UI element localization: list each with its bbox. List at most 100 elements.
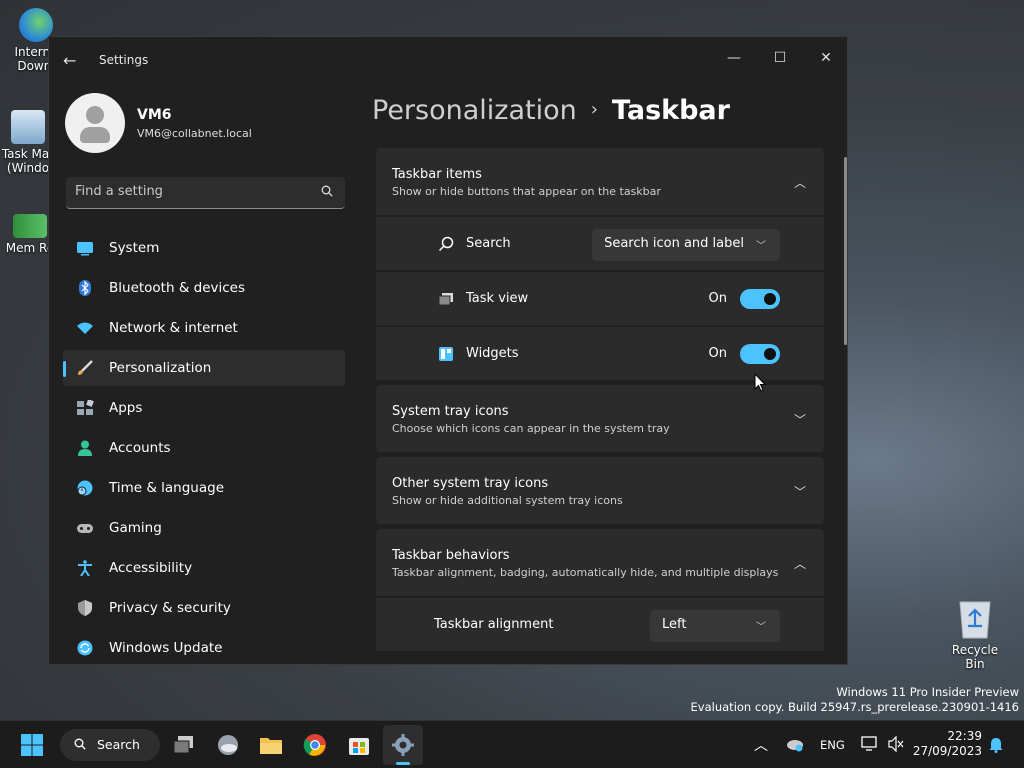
search-icon[interactable] (321, 185, 333, 197)
chevron-down-icon: ﹀ (756, 241, 766, 252)
sidebar-item-bluetooth[interactable]: Bluetooth & devices (63, 270, 345, 306)
dropdown-value: Search icon and label (604, 236, 744, 251)
avatar-body (80, 127, 110, 143)
memory-icon (13, 214, 47, 238)
chevron-down-icon[interactable]: ﹀ (794, 411, 806, 428)
settings-taskbar-button[interactable] (383, 725, 423, 765)
cloud-sync-icon[interactable] (786, 736, 804, 752)
section-title: Taskbar behaviors (392, 548, 510, 563)
breadcrumb: Personalization › Taskbar (372, 95, 730, 126)
volume-muted-icon[interactable] (887, 736, 905, 752)
brush-icon (78, 360, 93, 375)
sidebar-item-label: System (109, 240, 160, 256)
sidebar-item-label: Network & internet (109, 320, 238, 336)
globe-clock-icon (77, 480, 93, 496)
back-arrow-icon[interactable]: ← (63, 51, 76, 70)
avatar[interactable] (65, 93, 125, 153)
other-tray-card[interactable]: Other system tray icons Show or hide add… (376, 457, 824, 524)
search-label: Search (466, 236, 511, 251)
taskbar-items-card: Taskbar items Show or hide buttons that … (376, 148, 824, 380)
maximize-button[interactable]: ☐ (757, 43, 803, 73)
desktop-icon-recycle-bin[interactable]: Recycle Bin (943, 598, 1007, 671)
other-tray-header[interactable]: Other system tray icons Show or hide add… (376, 457, 824, 524)
system-tray-header[interactable]: System tray icons Choose which icons can… (376, 385, 824, 452)
alignment-row: Taskbar alignment Left ﹀ (376, 596, 824, 651)
sidebar-item-label: Accessibility (109, 560, 193, 576)
chevron-down-icon[interactable]: ﹀ (794, 483, 806, 500)
sidebar-item-accounts[interactable]: Accounts (63, 430, 345, 466)
minimize-button[interactable]: — (711, 43, 757, 73)
sidebar-item-gaming[interactable]: Gaming (63, 510, 345, 546)
window-title: Settings (99, 53, 149, 67)
sidebar-item-label: Time & language (109, 480, 225, 496)
sidebar-item-privacy[interactable]: Privacy & security (63, 590, 345, 626)
sidebar-item-time-language[interactable]: Time & language (63, 470, 345, 506)
chevron-up-icon[interactable]: ︿ (754, 735, 768, 755)
chrome-icon[interactable] (303, 733, 327, 757)
store-icon[interactable] (347, 733, 371, 757)
file-explorer-icon[interactable] (259, 733, 283, 757)
sidebar-item-label: Windows Update (109, 640, 223, 656)
wifi-icon (77, 322, 93, 334)
chevron-up-icon[interactable]: ︿ (794, 555, 806, 572)
sidebar-item-apps[interactable]: Apps (63, 390, 345, 426)
profile-email: VM6@collabnet.local (137, 127, 252, 140)
desktop-icon-label: Mem Re (5, 241, 55, 255)
search-icon (438, 236, 454, 252)
widgets-weather-icon[interactable] (216, 733, 240, 757)
alignment-dropdown[interactable]: Left ﹀ (650, 610, 780, 642)
task-view-label: Task view (466, 291, 529, 306)
shield-icon (78, 600, 92, 616)
taskbar: Search ︿ ENG 22:39 27/09/2023 (0, 720, 1024, 768)
sidebar-item-accessibility[interactable]: Accessibility (63, 550, 345, 586)
widgets-row: Widgets On (376, 325, 824, 380)
sidebar-item-label: Gaming (109, 520, 162, 536)
sidebar-item-system[interactable]: System (63, 230, 345, 266)
sidebar-item-windows-update[interactable]: Windows Update (63, 630, 345, 664)
mouse-cursor-icon (754, 373, 766, 392)
avatar-head (86, 106, 104, 124)
sidebar-item-label: Bluetooth & devices (109, 280, 246, 296)
task-view-icon[interactable] (172, 733, 196, 757)
taskbar-search-label: Search (97, 737, 140, 752)
bluetooth-icon (79, 280, 91, 296)
clock-date: 27/09/2023 (912, 744, 982, 758)
widgets-toggle[interactable] (740, 344, 780, 364)
section-subtitle: Choose which icons can appear in the sys… (392, 422, 670, 435)
sidebar-item-label: Accounts (109, 440, 171, 456)
section-subtitle: Show or hide additional system tray icon… (392, 494, 623, 507)
taskbar-search-button[interactable]: Search (60, 729, 160, 761)
start-button[interactable] (20, 733, 44, 757)
section-subtitle: Taskbar alignment, badging, automaticall… (392, 566, 779, 579)
accessibility-icon (78, 560, 92, 576)
toggle-knob (764, 293, 776, 305)
search-mode-dropdown[interactable]: Search icon and label ﹀ (592, 229, 780, 261)
sidebar-item-label: Apps (109, 400, 143, 416)
sidebar-item-label: Privacy & security (109, 600, 231, 616)
recycle-bin-label: Recycle Bin (951, 643, 999, 671)
search-box[interactable] (66, 177, 345, 209)
search-row: Search Search icon and label ﹀ (376, 215, 824, 270)
search-input[interactable] (75, 184, 305, 199)
task-view-toggle[interactable] (740, 289, 780, 309)
taskbar-behaviors-header[interactable]: Taskbar behaviors Taskbar alignment, bad… (376, 529, 824, 596)
clock[interactable]: 22:39 27/09/2023 (913, 729, 982, 759)
search-icon (74, 738, 86, 750)
task-view-icon (438, 293, 453, 306)
section-title: Taskbar items (392, 167, 482, 182)
breadcrumb-parent[interactable]: Personalization (372, 95, 577, 126)
sidebar-item-label: Personalization (109, 360, 212, 376)
page-title: Taskbar (611, 95, 730, 126)
chevron-up-icon[interactable]: ︿ (794, 174, 806, 191)
network-icon[interactable] (861, 736, 879, 752)
toggle-state-label: On (708, 291, 727, 306)
close-button[interactable]: ✕ (803, 43, 847, 73)
scrollbar[interactable] (844, 157, 847, 345)
system-tray-card[interactable]: System tray icons Choose which icons can… (376, 385, 824, 452)
sidebar-item-personalization[interactable]: Personalization (63, 350, 345, 386)
sidebar-item-network[interactable]: Network & internet (63, 310, 345, 346)
taskbar-items-header[interactable]: Taskbar items Show or hide buttons that … (376, 148, 824, 215)
notification-bell-icon[interactable] (988, 737, 1004, 753)
watermark-line1: Windows 11 Pro Insider Preview (836, 685, 1019, 699)
language-indicator[interactable]: ENG (820, 738, 845, 752)
